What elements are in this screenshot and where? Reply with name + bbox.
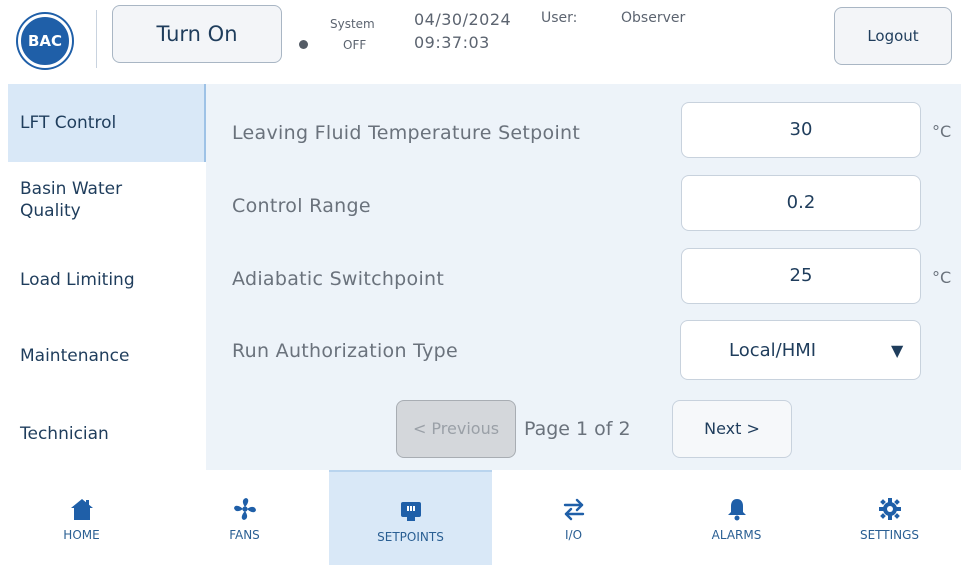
page-indicator: Page 1 of 2 bbox=[524, 418, 631, 440]
nav-io[interactable]: I/O bbox=[492, 470, 655, 565]
sidebar-item-label: LFT Control bbox=[20, 113, 117, 133]
nav-label: I/O bbox=[564, 528, 583, 542]
run-authorization-type-select[interactable]: Local/HMI ▼ bbox=[680, 320, 921, 380]
bac-logo: BAC bbox=[18, 14, 72, 68]
setpoints-panel: Leaving Fluid Temperature Setpoint 30 °C… bbox=[206, 84, 961, 470]
nav-label: FANS bbox=[229, 528, 260, 542]
sidebar-item-label: Technician bbox=[20, 424, 109, 444]
nav-label: ALARMS bbox=[711, 528, 762, 542]
nav-label: SETPOINTS bbox=[377, 530, 444, 544]
sidebar: LFT Control Basin Water Quality Load Lim… bbox=[0, 84, 206, 470]
home-icon bbox=[0, 496, 163, 522]
gear-icon bbox=[818, 496, 961, 522]
dropdown-arrow-icon: ▼ bbox=[891, 341, 904, 360]
sidebar-item-maintenance[interactable]: Maintenance bbox=[8, 336, 206, 376]
control-range-field[interactable]: 0.2 bbox=[681, 175, 921, 231]
header-divider bbox=[96, 10, 97, 68]
lft-setpoint-unit: °C bbox=[932, 122, 952, 141]
fan-icon bbox=[163, 496, 326, 522]
sidebar-item-basin-water-quality[interactable]: Basin Water Quality bbox=[8, 178, 206, 232]
setpoints-icon bbox=[329, 498, 492, 524]
sidebar-item-label: Maintenance bbox=[20, 346, 130, 366]
lft-setpoint-label: Leaving Fluid Temperature Setpoint bbox=[232, 122, 581, 144]
nav-home[interactable]: HOME bbox=[0, 470, 163, 565]
user-label: User: bbox=[541, 10, 578, 26]
header-date: 04/30/2024 bbox=[414, 10, 512, 29]
logo-text: BAC bbox=[27, 32, 63, 50]
nav-setpoints[interactable]: SETPOINTS bbox=[329, 470, 492, 565]
control-range-label: Control Range bbox=[232, 195, 371, 217]
system-status-indicator bbox=[299, 40, 308, 49]
user-value: Observer bbox=[621, 10, 686, 26]
previous-page-button[interactable]: < Previous bbox=[396, 400, 516, 458]
sidebar-item-label: Load Limiting bbox=[20, 270, 135, 290]
nav-fans[interactable]: FANS bbox=[163, 470, 326, 565]
system-status-value: OFF bbox=[343, 38, 367, 52]
adiabatic-switchpoint-label: Adiabatic Switchpoint bbox=[232, 268, 445, 290]
nav-label: HOME bbox=[63, 528, 100, 542]
io-icon bbox=[492, 496, 655, 522]
nav-settings[interactable]: SETTINGS bbox=[818, 470, 961, 565]
sidebar-item-label: Basin Water Quality bbox=[20, 179, 123, 221]
sidebar-item-technician[interactable]: Technician bbox=[8, 414, 206, 454]
bell-icon bbox=[655, 496, 818, 522]
logout-button[interactable]: Logout bbox=[834, 7, 952, 65]
adiabatic-switchpoint-field[interactable]: 25 bbox=[681, 248, 921, 304]
header-bar: BAC Turn On System OFF 04/30/2024 09:37:… bbox=[0, 0, 961, 84]
sidebar-item-lft-control[interactable]: LFT Control bbox=[8, 84, 206, 162]
nav-label: SETTINGS bbox=[859, 528, 920, 542]
sidebar-item-load-limiting[interactable]: Load Limiting bbox=[8, 260, 206, 300]
system-label: System bbox=[330, 17, 375, 31]
bottom-navigation: HOME FANS SETPOINTS I/O ALARMS SETTINGS bbox=[0, 470, 961, 565]
adiabatic-switchpoint-unit: °C bbox=[932, 268, 952, 287]
header-time: 09:37:03 bbox=[414, 33, 490, 52]
nav-alarms[interactable]: ALARMS bbox=[655, 470, 818, 565]
lft-setpoint-field[interactable]: 30 bbox=[681, 102, 921, 158]
run-authorization-type-label: Run Authorization Type bbox=[232, 340, 459, 362]
next-page-button[interactable]: Next > bbox=[672, 400, 792, 458]
run-authorization-type-value: Local/HMI bbox=[729, 340, 817, 361]
turn-on-button[interactable]: Turn On bbox=[112, 5, 282, 63]
